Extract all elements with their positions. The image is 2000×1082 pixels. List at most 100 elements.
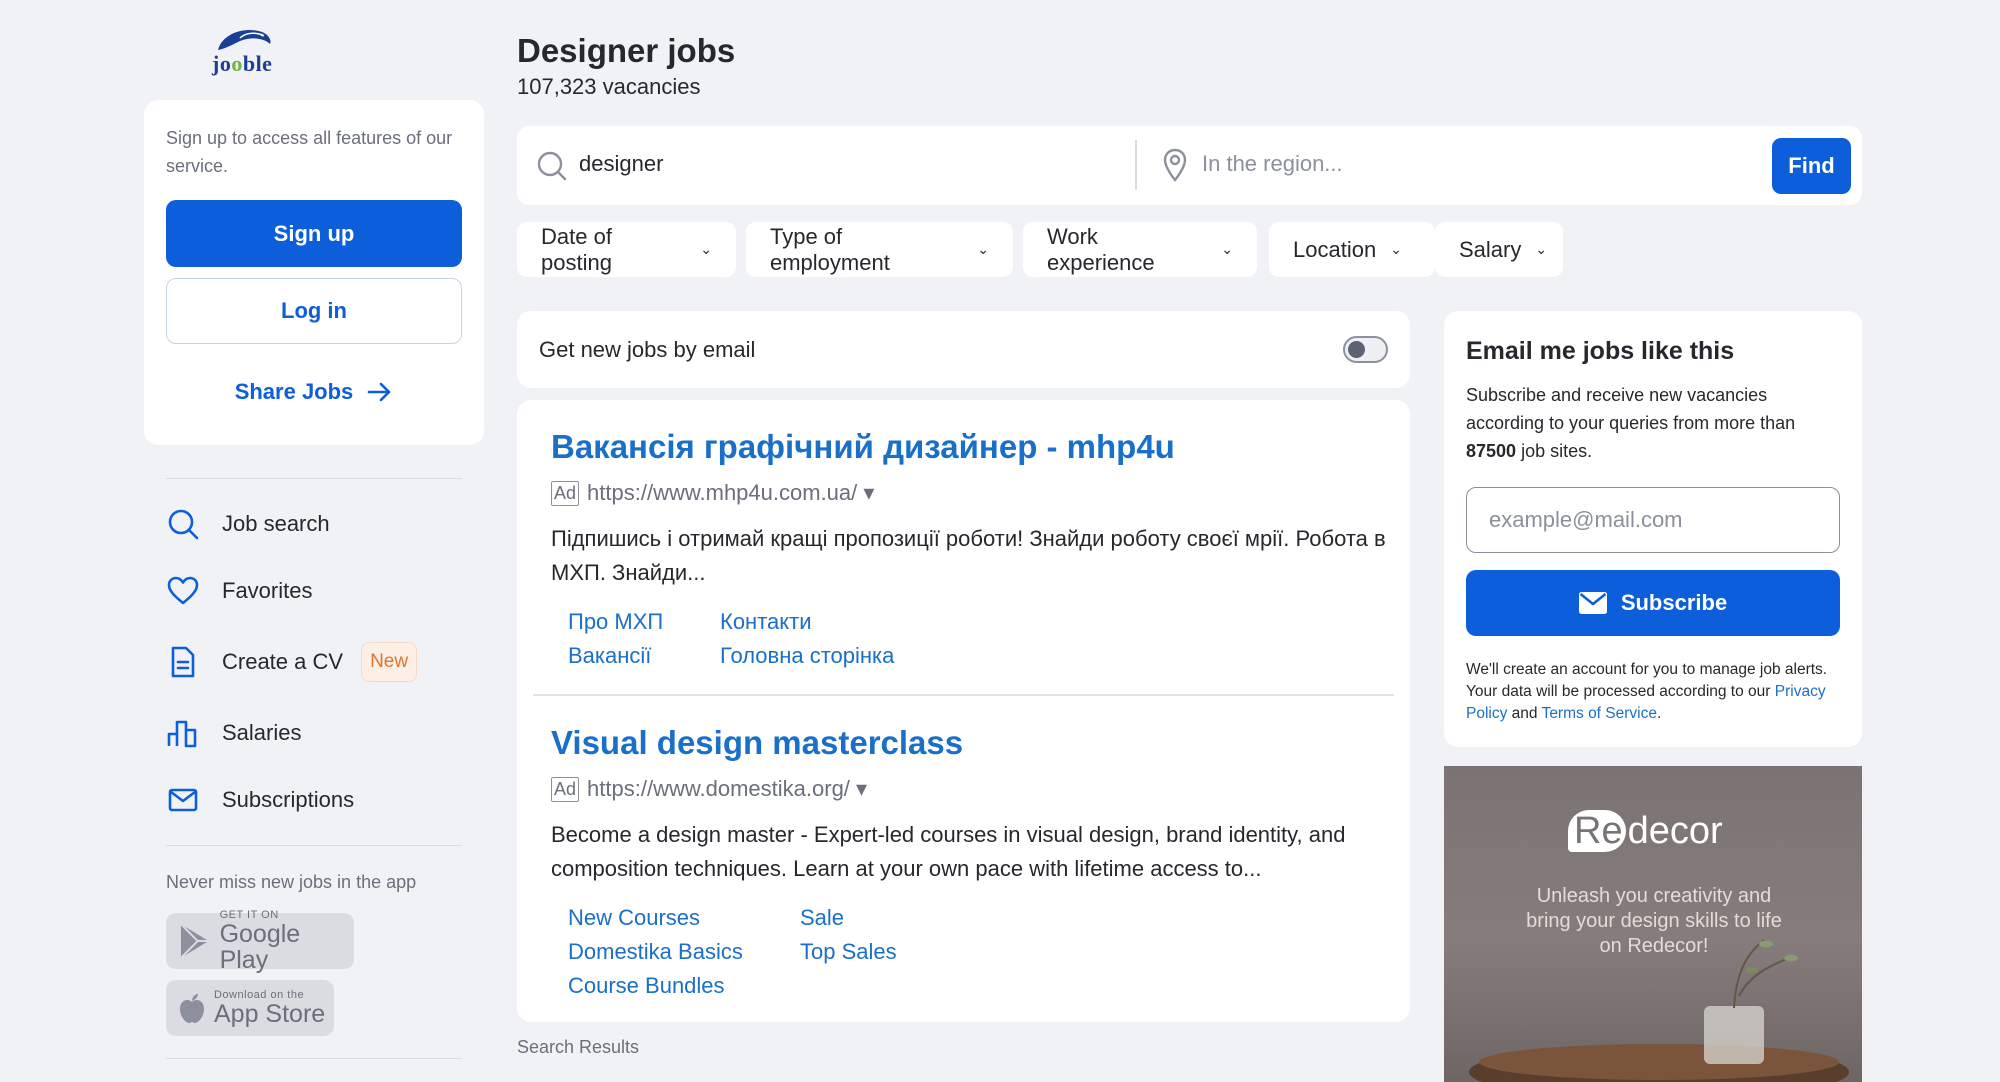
bar-chart-icon [166, 716, 200, 750]
find-button[interactable]: Find [1772, 138, 1851, 194]
heart-icon [166, 574, 200, 608]
ad-sitelink[interactable]: Domestika Basics [568, 939, 743, 965]
email-alert-switch[interactable] [1343, 336, 1388, 363]
chevron-down-icon: ⌄ [1221, 241, 1233, 257]
sidebar-item-label: Create a CV [222, 649, 344, 674]
mail-icon [166, 783, 200, 817]
job-sites-count: 87500 [1466, 441, 1517, 461]
google-play-badge[interactable]: GET IT ON Google Play [166, 909, 354, 973]
filter-location[interactable]: Location ⌄ [1269, 222, 1435, 277]
page-title: Designer jobs [517, 32, 736, 69]
ad-url-row[interactable]: Ad https://www.domestika.org/ ▾ [551, 776, 867, 802]
subscribe-card: Email me jobs like this Subscribe and re… [1444, 311, 1862, 747]
search-icon [537, 151, 567, 181]
search-input[interactable]: designer [579, 151, 663, 177]
search-icon [166, 507, 200, 541]
sidebar-item-label: Favorites [222, 578, 313, 603]
subscribe-button[interactable]: Subscribe [1466, 570, 1840, 636]
google-play-big-text: Google Play [219, 920, 301, 974]
redecor-banner-ad[interactable]: Re decor Unleash you creativity and bring… [1444, 766, 1862, 1082]
ad-description: Підпишись і отримай кращі пропозиції роб… [551, 526, 1386, 585]
sidebar-item-label: Salaries [222, 720, 302, 745]
redecor-logo-rest: decor [1627, 810, 1723, 852]
arrow-right-icon [367, 382, 391, 402]
legal-text-end: . [1656, 705, 1662, 722]
sidebar-divider [166, 478, 462, 479]
sidebar-item-subscriptions[interactable]: Subscriptions [166, 780, 354, 820]
new-badge: New [361, 642, 418, 682]
sidebar-item-create-cv[interactable]: Create a CV New [166, 642, 418, 682]
filter-label: Date of posting [541, 223, 612, 275]
ad-sitelink[interactable]: Контакти [720, 609, 812, 635]
ad-title[interactable]: Visual design masterclass [551, 724, 963, 762]
ad-sitelink[interactable]: Sale [800, 905, 844, 931]
ad-title[interactable]: Вакансія графічний дизайнер - mhp4u [551, 428, 1175, 466]
filter-type-of-employment[interactable]: Type of employment ⌄ [746, 222, 1013, 277]
switch-knob [1348, 341, 1365, 358]
filter-label: Salary [1459, 236, 1522, 262]
results-list: Вакансія графічний дизайнер - mhp4u Ad h… [517, 400, 1410, 1022]
search-results-label: Search Results [517, 1037, 640, 1057]
terms-of-service-link[interactable]: Terms of Service [1542, 705, 1657, 722]
vacancy-count: 107,323 vacancies [517, 74, 701, 99]
ad-url: https://www.mhp4u.com.ua/ ▾ [587, 480, 875, 505]
sidebar-item-salaries[interactable]: Salaries [166, 713, 301, 753]
filter-date-of-posting[interactable]: Date of posting ⌄ [517, 222, 736, 277]
ad-sitelink[interactable]: Course Bundles [568, 973, 725, 999]
signup-message: Sign up to access all features of our se… [166, 128, 453, 176]
legal-text-and: and [1507, 705, 1542, 722]
logo-bird-icon [218, 30, 271, 50]
vase-plant-illustration [1469, 939, 1849, 1082]
logo-text: jooble [212, 51, 273, 76]
subscribe-title: Email me jobs like this [1466, 337, 1735, 365]
filter-label: Work experience [1047, 223, 1155, 275]
sidebar-item-favorites[interactable]: Favorites [166, 571, 312, 611]
ad-sitelink[interactable]: New Courses [568, 905, 700, 931]
chevron-down-icon: ⌄ [977, 241, 989, 257]
email-alert-label: Get new jobs by email [539, 337, 756, 362]
ad-url: https://www.domestika.org/ ▾ [587, 776, 868, 801]
signup-card: Sign up to access all features of our se… [144, 100, 484, 445]
app-store-big-text: App Store [214, 1000, 326, 1028]
legal-text-body: We'll create an account for you to manag… [1466, 661, 1828, 700]
chevron-down-icon: ⌄ [1390, 241, 1402, 257]
app-promo-text: Never miss new jobs in the app [166, 872, 417, 892]
ad-badge: Ad [551, 776, 580, 802]
sidebar-item-job-search[interactable]: Job search [166, 504, 330, 544]
ad-description: Become a design master - Expert-led cour… [551, 822, 1346, 881]
chevron-down-icon: ⌄ [700, 241, 712, 257]
share-jobs-label: Share Jobs [234, 379, 354, 404]
document-icon [166, 645, 200, 679]
redecor-logo-re: Re [1568, 810, 1626, 852]
ad-sitelink[interactable]: Про МХП [568, 609, 663, 635]
filter-work-experience[interactable]: Work experience ⌄ [1023, 222, 1257, 277]
subscribe-desc-end: job sites. [1516, 441, 1593, 461]
app-store-badge[interactable]: Download on the App Store [166, 980, 334, 1036]
redecor-logo: Re decor [1568, 810, 1723, 853]
filter-salary[interactable]: Salary ⌄ [1435, 222, 1563, 277]
apple-icon [180, 994, 204, 1023]
ad-sitelink[interactable]: Головна сторінка [720, 643, 894, 669]
chevron-down-icon: ⌄ [1535, 241, 1548, 257]
share-jobs-link[interactable]: Share Jobs [144, 372, 484, 412]
region-input[interactable]: In the region... [1202, 151, 1343, 177]
sidebar-divider [166, 845, 462, 846]
ad-sitelink[interactable]: Вакансії [568, 643, 651, 669]
filter-label: Location [1293, 236, 1377, 262]
subscribe-desc-text: Subscribe and receive new vacancies acco… [1466, 385, 1796, 433]
filter-label: Type of employment [770, 223, 890, 275]
log-in-button[interactable]: Log in [166, 278, 462, 344]
email-field[interactable]: example@mail.com [1466, 487, 1840, 553]
ad-url-row[interactable]: Ad https://www.mhp4u.com.ua/ ▾ [551, 480, 874, 506]
search-separator [1135, 140, 1137, 190]
google-play-icon [180, 923, 209, 959]
sidebar-item-label: Subscriptions [222, 787, 355, 812]
result-divider [533, 694, 1394, 696]
location-pin-icon [1163, 148, 1187, 182]
jooble-logo[interactable]: jooble [210, 24, 276, 76]
mail-icon [1578, 592, 1607, 614]
ad-sitelink[interactable]: Top Sales [800, 939, 897, 965]
sign-up-button[interactable]: Sign up [166, 200, 462, 267]
legal-text: We'll create an account for you to manag… [1466, 659, 1856, 725]
ad-badge: Ad [551, 480, 580, 506]
